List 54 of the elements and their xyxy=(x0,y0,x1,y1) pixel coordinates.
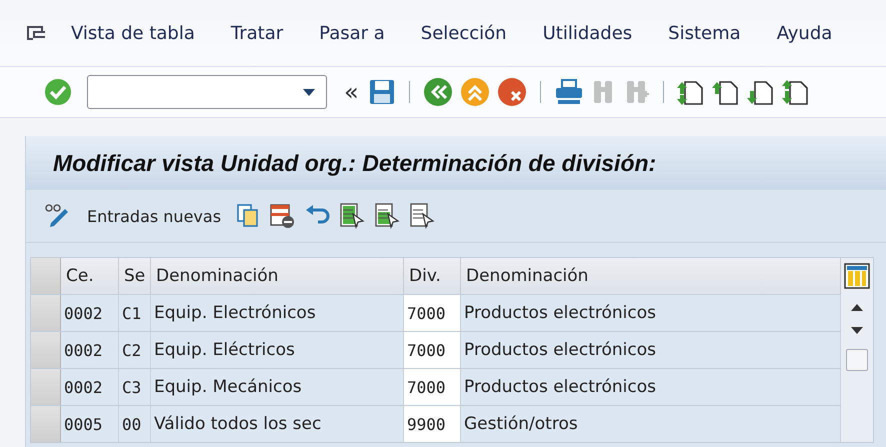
table-cell: C1 xyxy=(119,295,151,331)
table-cell: 0002 xyxy=(61,332,119,368)
table-cell: Productos electrónicos xyxy=(461,295,841,331)
column-header[interactable]: Div. xyxy=(404,258,461,294)
prev-page-icon[interactable] xyxy=(712,78,740,106)
delete-row-icon[interactable] xyxy=(269,203,296,229)
table-cell: Equip. Mecánicos xyxy=(151,369,404,405)
menu-item[interactable]: Vista de tabla xyxy=(71,22,195,44)
next-page-icon[interactable] xyxy=(746,78,775,106)
new-entries-button[interactable]: Entradas nuevas xyxy=(81,206,228,226)
menu-item[interactable]: Tratar xyxy=(230,22,284,44)
dropdown-caret-icon[interactable] xyxy=(302,87,316,97)
scrollbar-thumb[interactable] xyxy=(846,349,868,371)
first-page-icon[interactable] xyxy=(676,78,705,106)
back-icon[interactable] xyxy=(422,77,453,107)
table-cell: C3 xyxy=(119,369,151,405)
printer-icon[interactable] xyxy=(554,78,584,106)
column-header[interactable]: Se xyxy=(119,258,151,294)
table-cell: Equip. Eléctricos xyxy=(151,332,404,368)
table-cell: Productos electrónicos xyxy=(461,332,841,368)
screen-title: Modificar vista Unidad org.: Determinación de división: xyxy=(53,150,656,176)
table-cell: 0002 xyxy=(61,295,119,331)
last-page-icon[interactable] xyxy=(782,78,810,106)
save-icon[interactable] xyxy=(368,78,396,106)
copy-icon[interactable] xyxy=(236,203,260,229)
menu-item[interactable]: Sistema xyxy=(668,22,741,44)
table-cell: C2 xyxy=(119,332,151,368)
input-field[interactable]: 7000 xyxy=(404,332,461,368)
menu-icon[interactable] xyxy=(25,24,47,42)
input-field[interactable]: 7000 xyxy=(404,369,461,405)
column-header[interactable]: Denominación xyxy=(151,258,404,294)
select-icon[interactable] xyxy=(339,202,366,230)
input-field[interactable]: 7000 xyxy=(404,295,461,331)
column-header[interactable]: Denominación xyxy=(461,258,841,294)
menu-item[interactable]: Selección xyxy=(420,22,507,44)
table-cell: 00 xyxy=(119,406,151,442)
cancel-icon[interactable] xyxy=(496,77,527,107)
menu-item[interactable]: Pasar a xyxy=(319,22,385,44)
column-settings-icon[interactable] xyxy=(844,263,870,289)
table-cell: Equip. Electrónicos xyxy=(151,295,404,331)
collapse-button[interactable]: « xyxy=(342,78,361,106)
table-cell: 0002 xyxy=(61,369,119,405)
table-cell: Gestión/otros xyxy=(461,406,841,442)
select-icon[interactable] xyxy=(409,202,436,230)
input-field[interactable]: 9900 xyxy=(404,406,461,442)
command-field[interactable] xyxy=(87,75,327,109)
table-cell: Válido todos los sec xyxy=(151,406,404,442)
table-cell: 0005 xyxy=(61,406,119,442)
select-icon[interactable] xyxy=(374,202,400,230)
check-icon[interactable] xyxy=(44,78,72,106)
table-cell: Productos electrónicos xyxy=(461,369,841,405)
menu-item[interactable]: Ayuda xyxy=(776,22,832,44)
column-header[interactable]: Ce. xyxy=(61,258,119,294)
menu-item[interactable]: Utilidades xyxy=(542,22,632,44)
